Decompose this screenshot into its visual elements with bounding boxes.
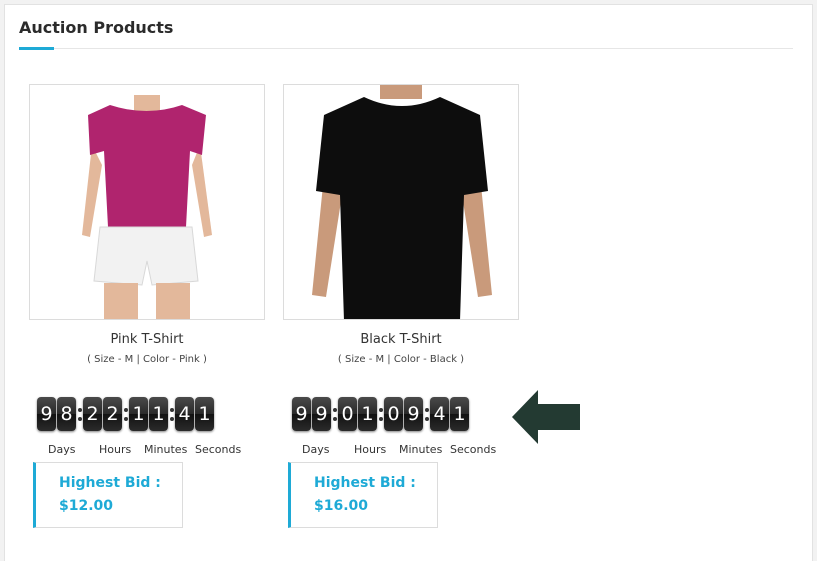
product-image-black-tshirt[interactable]: [283, 84, 519, 320]
left-pointing-arrow-icon: [512, 390, 580, 444]
label-hours: Hours: [99, 443, 132, 456]
title-divider: [19, 48, 793, 49]
label-days: Days: [302, 443, 330, 456]
label-minutes: Minutes: [144, 443, 188, 456]
countdown-digit: 2: [103, 397, 122, 431]
countdown-digit: 1: [358, 397, 377, 431]
highest-bid-label: Highest Bid :: [314, 475, 416, 491]
countdown-days: 9 9: [292, 397, 332, 431]
countdown-minutes: 1 1: [129, 397, 169, 431]
countdown-digit: 1: [149, 397, 168, 431]
product-card-pink-tshirt[interactable]: Pink T-Shirt ( Size - M | Color - Pink ): [29, 84, 265, 365]
product-attributes: ( Size - M | Color - Black ): [337, 354, 465, 365]
label-minutes: Minutes: [399, 443, 443, 456]
countdown-digit: 4: [175, 397, 194, 431]
countdown-digit: 9: [292, 397, 311, 431]
label-seconds: Seconds: [450, 443, 497, 456]
countdown-separator: [332, 397, 338, 431]
countdown-digit: 9: [312, 397, 331, 431]
countdown-days: 9 8: [37, 397, 77, 431]
countdown-digit: 2: [83, 397, 102, 431]
pink-tshirt-photo: [82, 95, 212, 319]
label-days: Days: [48, 443, 76, 456]
product-image-pink-tshirt[interactable]: [29, 84, 265, 320]
highest-bid-label: Highest Bid :: [59, 475, 161, 491]
product-name[interactable]: Black T-Shirt: [283, 332, 519, 347]
label-hours: Hours: [354, 443, 387, 456]
product-card-black-tshirt[interactable]: Black T-Shirt ( Size - M | Color - Black…: [283, 84, 519, 365]
countdown-digit: 9: [37, 397, 56, 431]
countdown-digit: 0: [338, 397, 357, 431]
title-accent-bar: [19, 47, 54, 50]
highest-bid-value: $12.00: [59, 498, 114, 514]
countdown-separator: [123, 397, 129, 431]
countdown-timer: 9 9 0 1 0 9 4 1: [292, 395, 470, 433]
highest-bid-value: $16.00: [314, 498, 369, 514]
countdown-digit: 4: [430, 397, 449, 431]
countdown-digit: 1: [195, 397, 214, 431]
countdown-separator: [169, 397, 175, 431]
countdown-digit: 9: [404, 397, 423, 431]
countdown-hours: 0 1: [338, 397, 378, 431]
countdown-hours: 2 2: [83, 397, 123, 431]
countdown-seconds: 4 1: [430, 397, 470, 431]
countdown-separator: [424, 397, 430, 431]
countdown-minutes: 0 9: [384, 397, 424, 431]
countdown-separator: [378, 397, 384, 431]
black-tshirt-photo: [312, 85, 492, 319]
countdown-timer: 9 8 2 2 1 1 4 1: [37, 395, 215, 433]
countdown-separator: [77, 397, 83, 431]
highest-bid-box: Highest Bid : $12.00: [33, 462, 183, 528]
product-name[interactable]: Pink T-Shirt: [29, 332, 265, 347]
countdown-digit: 1: [129, 397, 148, 431]
countdown-seconds: 4 1: [175, 397, 215, 431]
section-title: Auction Products: [19, 18, 174, 37]
countdown-digit: 1: [450, 397, 469, 431]
highest-bid-box: Highest Bid : $16.00: [288, 462, 438, 528]
label-seconds: Seconds: [195, 443, 242, 456]
countdown-digit: 8: [57, 397, 76, 431]
countdown-digit: 0: [384, 397, 403, 431]
product-attributes: ( Size - M | Color - Pink ): [87, 354, 207, 365]
